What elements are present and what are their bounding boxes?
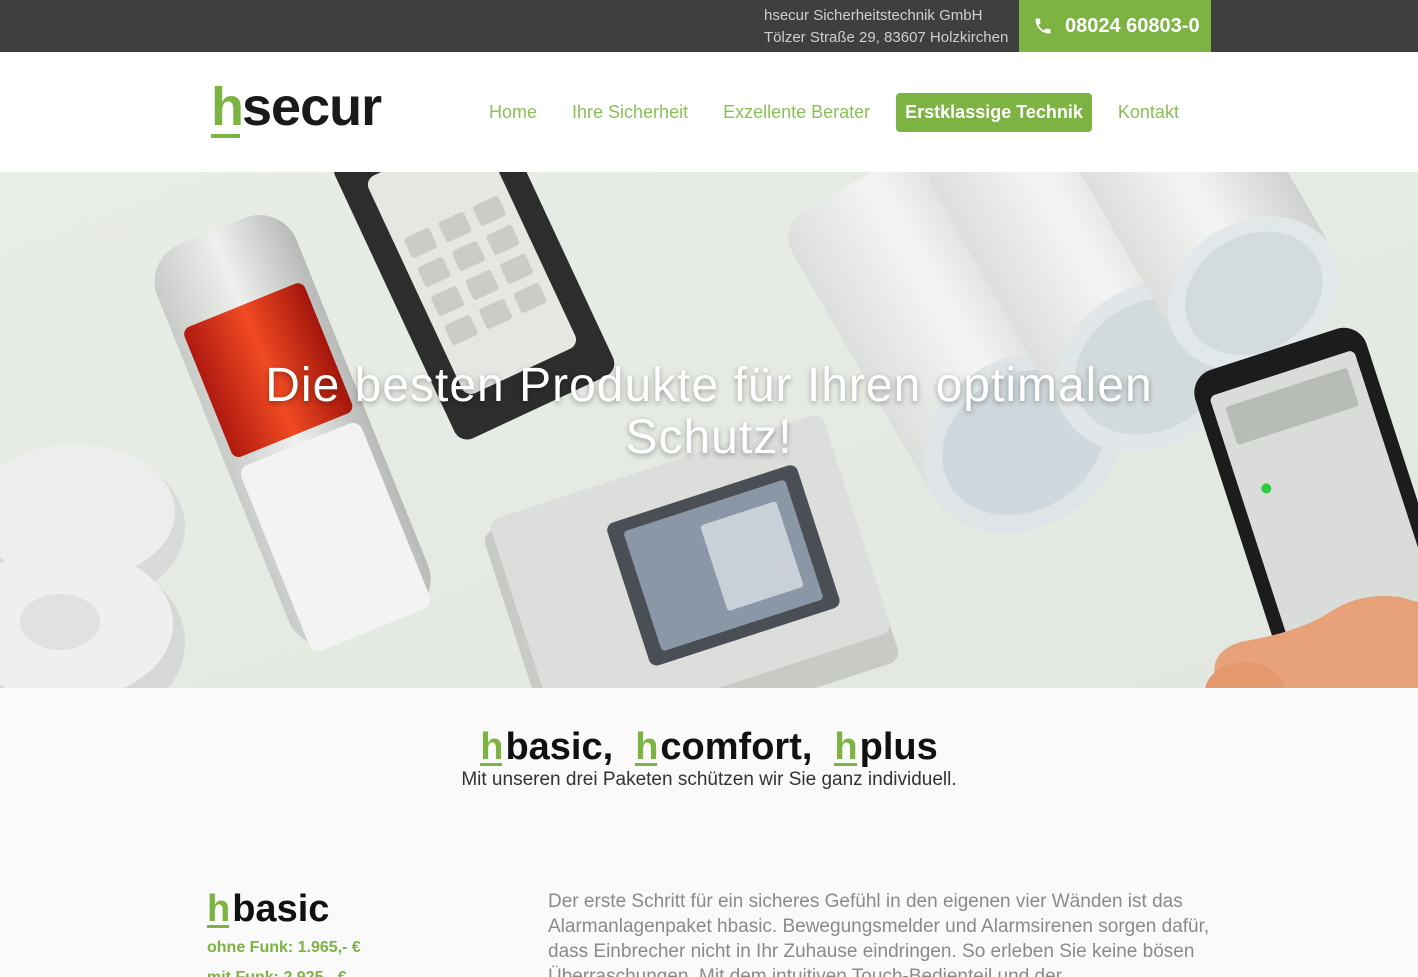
package-basic[interactable]: h basic, xyxy=(480,726,613,769)
package-name: plus xyxy=(859,726,938,768)
packages-intro: h basic, h comfort, h plus Mit unseren drei… xyxy=(0,726,1418,791)
package-h-mark: h xyxy=(635,726,659,768)
nav-item-home[interactable]: Home xyxy=(480,93,546,132)
package-plus[interactable]: h plus xyxy=(834,726,938,769)
company-address: Tölzer Straße 29, 83607 Holzkirchen xyxy=(764,29,1009,46)
nav-item-exzellente-berater[interactable]: Exzellente Berater xyxy=(714,93,879,132)
company-info: hsecur Sicherheitstechnik GmbH Tölzer St… xyxy=(764,5,1008,49)
smoke-detector-icon xyxy=(0,444,185,688)
hbasic-description: Der erste Schritt für ein sicheres Gefüh… xyxy=(548,891,1210,977)
packages-heading: h basic, h comfort, h plus xyxy=(480,726,938,769)
logo-text: secur xyxy=(242,77,382,137)
logo[interactable]: h secur xyxy=(211,70,382,138)
nav-item-ihre-sicherheit[interactable]: Ihre Sicherheit xyxy=(563,93,697,132)
phone-icon xyxy=(1035,18,1051,34)
top-bar: hsecur Sicherheitstechnik GmbH Tölzer St… xyxy=(0,0,1418,52)
hero-title-line2: Schutz! xyxy=(625,411,793,464)
hbasic-name: basic xyxy=(232,888,330,930)
package-name: comfort, xyxy=(660,726,813,768)
phone-button[interactable]: 08024 60803-0 xyxy=(1019,0,1211,52)
main-nav: Home Ihre Sicherheit Exzellente Berater … xyxy=(480,93,1205,132)
logo-h: h xyxy=(211,77,244,138)
hero-title: Die besten Produkte für Ihren optimalen … xyxy=(0,360,1418,464)
phone-number: 08024 60803-0 xyxy=(1065,14,1200,37)
price-without-radio: ohne Funk: 1.965,- € xyxy=(207,939,361,956)
package-name: basic, xyxy=(505,726,614,768)
hbasic-h-mark: h xyxy=(207,888,231,930)
hbasic-summary: hbasic ohne Funk: 1.965,- € mit Funk: 2.… xyxy=(207,888,361,977)
company-name: hsecur Sicherheitstechnik GmbH xyxy=(764,7,983,24)
hero-banner: Die besten Produkte für Ihren optimalen … xyxy=(0,172,1418,688)
price-with-radio: mit Funk: 2.925,- € xyxy=(207,965,361,977)
nav-item-erstklassige-technik[interactable]: Erstklassige Technik xyxy=(896,93,1092,132)
package-comfort[interactable]: h comfort, xyxy=(635,726,812,769)
site-header: h secur Home Ihre Sicherheit Exzellente … xyxy=(0,52,1418,172)
nav-item-kontakt[interactable]: Kontakt xyxy=(1109,93,1188,132)
package-h-mark: h xyxy=(834,726,858,768)
hbasic-title: h basic xyxy=(207,888,361,931)
hero-title-line1: Die besten Produkte für Ihren optimalen xyxy=(265,359,1153,412)
packages-subtitle: Mit unseren drei Paketen schützen wir Si… xyxy=(461,769,957,790)
package-h-mark: h xyxy=(480,726,504,768)
